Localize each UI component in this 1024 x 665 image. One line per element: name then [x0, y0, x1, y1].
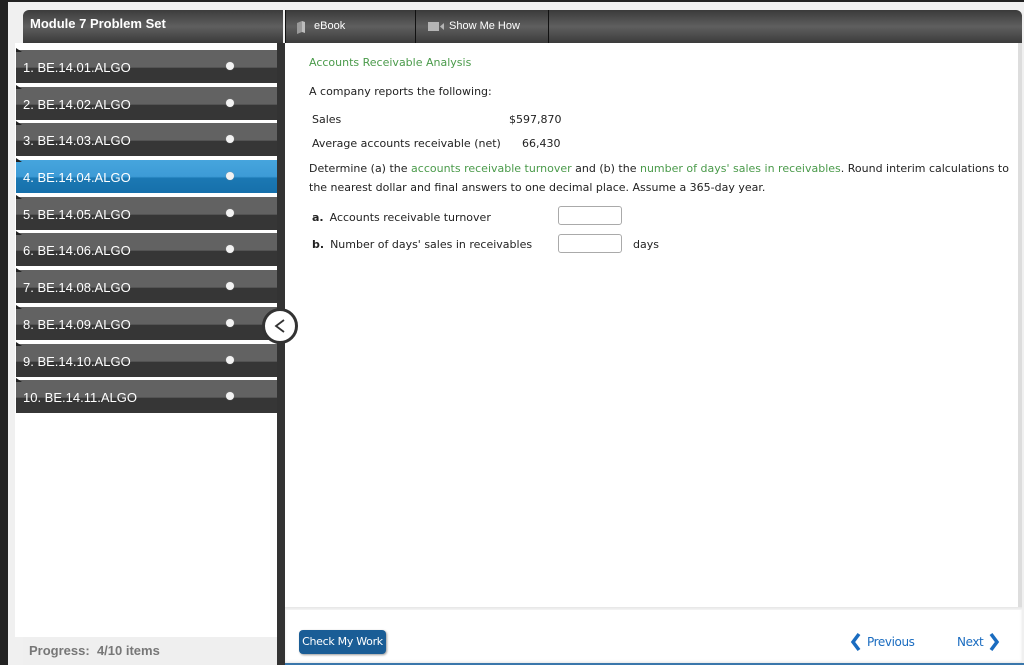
problem-instructions: Determine (a) the accounts receivable tu…: [309, 159, 1014, 197]
status-dot-icon: [226, 172, 234, 181]
window-top-edge: [0, 0, 1024, 2]
question-label: 7. BE.14.08.ALGO: [23, 280, 131, 296]
question-item-6[interactable]: 6. BE.14.06.ALGO: [16, 231, 277, 267]
previous-label: Previous: [867, 635, 915, 649]
progress-label: Progress:: [29, 643, 90, 658]
chevron-right-icon: [989, 632, 1000, 652]
question-item-8[interactable]: 8. BE.14.09.ALGO: [16, 304, 277, 340]
problem-panel: Accounts Receivable Analysis A company r…: [285, 43, 1022, 610]
data-label-sales: Sales: [312, 113, 342, 126]
book-icon: [297, 21, 305, 34]
question-label: 10. BE.14.11.ALGO: [23, 390, 137, 406]
progress-indicator: Progress: 4/10 items: [23, 637, 277, 665]
problem-intro: A company reports the following:: [309, 85, 492, 98]
ebook-button[interactable]: eBook: [285, 10, 416, 43]
ebook-label: eBook: [314, 20, 346, 32]
question-label: 8. BE.14.09.ALGO: [23, 316, 131, 332]
question-item-1[interactable]: 1. BE.14.01.ALGO: [16, 48, 277, 83]
question-label: 2. BE.14.02.ALGO: [23, 96, 131, 112]
answer-text: Number of days' sales in receivables: [330, 238, 533, 251]
status-dot-icon: [226, 135, 234, 144]
progress-value: 4/10 items: [96, 643, 160, 658]
status-dot-icon: [226, 318, 234, 327]
question-list: 1. BE.14.01.ALGO 2. BE.14.02.ALGO 3. BE.…: [16, 48, 277, 417]
previous-button[interactable]: Previous: [850, 629, 915, 655]
question-label: 4. BE.14.04.ALGO: [23, 170, 131, 186]
status-dot-icon: [226, 392, 234, 401]
chevron-left-icon: [274, 319, 285, 333]
term-link-ar-turnover[interactable]: accounts receivable turnover: [411, 162, 572, 175]
show-me-how-label: Show Me How: [449, 20, 520, 32]
question-label: 6. BE.14.06.ALGO: [23, 243, 131, 259]
ar-turnover-input[interactable]: [558, 206, 622, 225]
question-item-4[interactable]: 4. BE.14.04.ALGO: [16, 158, 277, 194]
answer-text: Accounts receivable turnover: [329, 211, 491, 224]
question-item-3[interactable]: 3. BE.14.03.ALGO: [16, 121, 277, 157]
data-value-avg-ar: 66,430: [522, 137, 561, 150]
problem-title: Accounts Receivable Analysis: [309, 56, 472, 69]
status-dot-icon: [226, 245, 234, 254]
status-dot-icon: [226, 62, 234, 70]
question-item-9[interactable]: 9. BE.14.10.ALGO: [16, 341, 277, 377]
status-dot-icon: [226, 282, 234, 291]
days-unit-label: days: [633, 238, 659, 251]
answer-label-b: b. Number of days' sales in receivables: [312, 238, 532, 251]
status-dot-icon: [226, 355, 234, 364]
question-item-10[interactable]: 10. BE.14.11.ALGO: [16, 378, 277, 414]
question-item-5[interactable]: 5. BE.14.05.ALGO: [16, 194, 277, 230]
question-label: 3. BE.14.03.ALGO: [23, 133, 131, 149]
question-label: 1. BE.14.01.ALGO: [23, 60, 131, 75]
question-label: 5. BE.14.05.ALGO: [23, 206, 131, 222]
question-item-7[interactable]: 7. BE.14.08.ALGO: [16, 268, 277, 304]
chevron-left-icon: [850, 632, 861, 652]
module-title: Module 7 Problem Set: [23, 10, 283, 43]
video-camera-icon: [428, 22, 444, 31]
status-dot-icon: [226, 208, 234, 217]
instructions-text: Determine (a) the: [309, 162, 412, 175]
question-label: 9. BE.14.10.ALGO: [23, 353, 131, 369]
next-label: Next: [957, 635, 984, 649]
data-value-sales: $597,870: [509, 113, 562, 126]
answer-letter: b.: [312, 238, 325, 251]
window-left-edge: [0, 0, 8, 665]
days-sales-input[interactable]: [558, 234, 622, 253]
toolbar: eBook Show Me How: [285, 10, 1022, 43]
collapse-sidebar-button[interactable]: [262, 308, 298, 344]
instructions-text: and (b) the: [571, 162, 640, 175]
answer-letter: a.: [312, 211, 324, 224]
question-item-2[interactable]: 2. BE.14.02.ALGO: [16, 84, 277, 120]
data-label-avg-ar: Average accounts receivable (net): [312, 137, 501, 150]
show-me-how-button[interactable]: Show Me How: [416, 10, 549, 43]
check-my-work-button[interactable]: Check My Work: [299, 630, 386, 654]
footer-bar: Check My Work Previous Next: [285, 610, 1022, 665]
term-link-days-sales[interactable]: number of days' sales in receivables: [640, 162, 841, 175]
status-dot-icon: [226, 98, 234, 107]
sidebar-divider: [277, 43, 285, 665]
answer-label-a: a. Accounts receivable turnover: [312, 211, 491, 224]
next-button[interactable]: Next: [957, 629, 1000, 655]
